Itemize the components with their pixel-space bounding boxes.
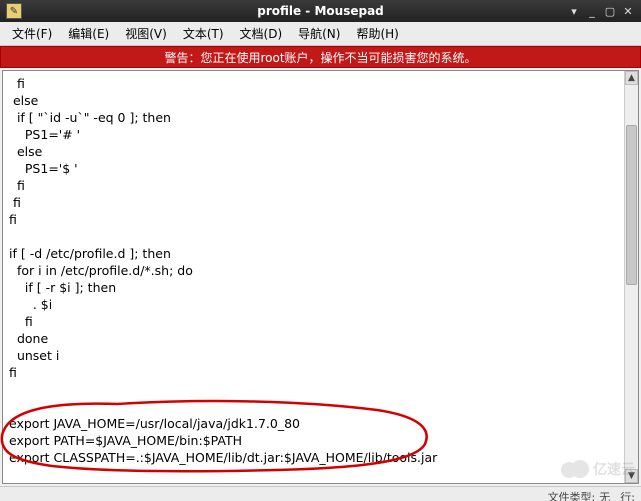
shade-button[interactable]: ▾ (565, 3, 583, 19)
titlebar: ✎ profile - Mousepad ▾ _ ▢ ✕ (0, 0, 641, 22)
window-buttons: ▾ _ ▢ ✕ (565, 3, 641, 19)
scroll-track[interactable] (625, 85, 638, 469)
menu-document[interactable]: 文档(D) (232, 23, 291, 44)
menu-file-label: 文件(F) (12, 27, 52, 41)
status-filetype-value: 无 (599, 489, 610, 501)
menubar: 文件(F) 编辑(E) 视图(V) 文本(T) 文档(D) 导航(N) 帮助(H… (0, 22, 641, 46)
scroll-down-button[interactable]: ▼ (625, 469, 638, 483)
window-title: profile - Mousepad (0, 4, 641, 18)
text-editor[interactable]: fi else if [ "`id -u`" -eq 0 ]; then PS1… (3, 71, 638, 483)
status-filetype-label: 文件类型: (548, 489, 596, 501)
menu-nav-label: 导航(N) (298, 27, 340, 41)
statusbar: 文件类型: 无 行: (0, 486, 641, 501)
vertical-scrollbar: ▲ ▼ (624, 71, 638, 483)
root-warning-bar: 警告：您正在使用root账户，操作不当可能损害您的系统。 (0, 46, 641, 68)
menu-file[interactable]: 文件(F) (4, 23, 60, 44)
menu-view-label: 视图(V) (125, 27, 167, 41)
menu-text-label: 文本(T) (183, 27, 224, 41)
editor-pane: fi else if [ "`id -u`" -eq 0 ]; then PS1… (2, 70, 639, 484)
menu-help-label: 帮助(H) (356, 27, 398, 41)
menu-view[interactable]: 视图(V) (117, 23, 175, 44)
status-line-label: 行: (620, 489, 635, 501)
menu-help[interactable]: 帮助(H) (348, 23, 406, 44)
close-button[interactable]: ✕ (619, 3, 637, 19)
menu-edit[interactable]: 编辑(E) (60, 23, 117, 44)
app-icon: ✎ (6, 3, 22, 19)
maximize-button[interactable]: ▢ (601, 3, 619, 19)
menu-text[interactable]: 文本(T) (175, 23, 232, 44)
minimize-button[interactable]: _ (583, 3, 601, 19)
menu-document-label: 文档(D) (240, 27, 283, 41)
menu-nav[interactable]: 导航(N) (290, 23, 348, 44)
menu-edit-label: 编辑(E) (68, 27, 109, 41)
root-warning-text: 警告：您正在使用root账户，操作不当可能损害您的系统。 (164, 49, 476, 66)
scroll-up-button[interactable]: ▲ (625, 71, 638, 85)
scroll-thumb[interactable] (626, 125, 637, 285)
